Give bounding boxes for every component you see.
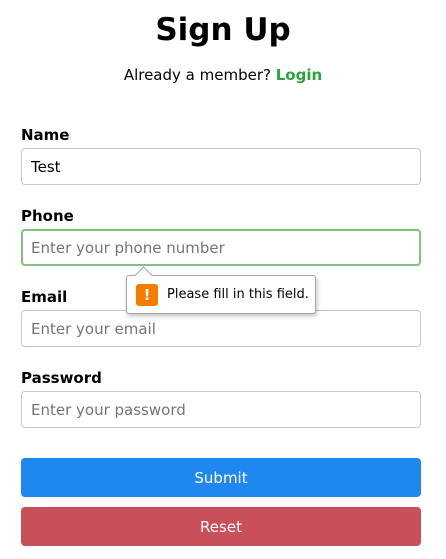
email-label: Email [21,288,68,306]
submit-button[interactable]: Submit [21,458,421,497]
email-input[interactable] [21,310,421,347]
login-link[interactable]: Login [276,66,322,84]
password-input[interactable] [21,391,421,428]
name-input[interactable] [21,148,421,185]
member-prompt-text: Already a member? [123,66,271,84]
password-label: Password [21,369,102,387]
phone-input[interactable] [21,229,421,266]
validation-tooltip: ! Please fill in this field. [126,266,316,314]
reset-button[interactable]: Reset [21,507,421,546]
phone-label: Phone [21,207,74,225]
warning-icon: ! [136,283,158,306]
tooltip-arrow [134,266,153,285]
page-title: Sign Up [155,12,291,48]
name-label: Name [21,126,70,144]
tooltip-message: Please fill in this field. [167,286,309,302]
member-prompt: Already a member? Login [0,65,446,85]
